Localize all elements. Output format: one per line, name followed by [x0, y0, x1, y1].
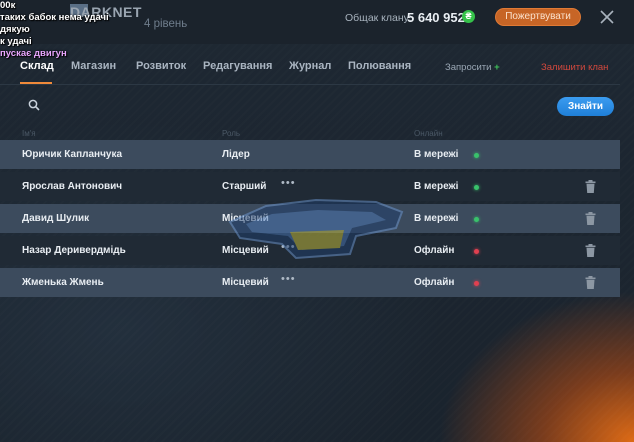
member-name: Назар Деривердмідь: [22, 245, 126, 256]
tab-development[interactable]: Розвиток: [136, 60, 186, 72]
invite-button[interactable]: Запросити +: [445, 62, 500, 73]
bank-label: Общак клану:: [345, 12, 412, 24]
online-indicator: [474, 153, 479, 158]
member-name: Ярослав Антонович: [22, 181, 123, 192]
member-row[interactable]: Жменька Жмень Місцевий ••• Офлайн: [0, 268, 620, 297]
member-row[interactable]: Юричик Капланчука Лідер В мережі: [0, 140, 620, 169]
column-header-role: Роль: [222, 129, 241, 138]
offline-indicator: [474, 281, 479, 286]
offline-indicator: [474, 249, 479, 254]
member-status: В мережі: [414, 149, 459, 160]
donate-button[interactable]: Пожертвувати: [495, 8, 581, 26]
member-role: Старший: [222, 181, 267, 192]
search-input[interactable]: [46, 96, 526, 114]
overlay-line: к удачі: [0, 36, 32, 47]
tabs-bar: Склад Магазин Розвиток Редагування Журна…: [0, 52, 620, 84]
divider: [0, 84, 620, 85]
tab-hunting[interactable]: Полювання: [348, 60, 411, 72]
tab-journal[interactable]: Журнал: [289, 60, 331, 72]
tab-shop[interactable]: Магазин: [71, 60, 116, 72]
member-status: Офлайн: [414, 277, 455, 288]
stream-overlay-text: 00к таких бабок нема удачі дякую к удачі…: [0, 0, 140, 60]
member-role: Місцевий: [222, 277, 269, 288]
bank-value: 5 640 952: [407, 10, 465, 25]
online-indicator: [474, 185, 479, 190]
member-name: Жменька Жмень: [22, 277, 104, 288]
member-status: В мережі: [414, 213, 459, 224]
trash-icon[interactable]: [585, 244, 596, 257]
member-status: Офлайн: [414, 245, 455, 256]
member-name: Давид Шулик: [22, 213, 90, 224]
more-options-icon[interactable]: •••: [281, 177, 296, 189]
tab-editing[interactable]: Редагування: [203, 60, 272, 72]
search-icon: [28, 99, 40, 111]
overlay-line: таких бабок нема удачі дякую: [0, 12, 109, 35]
coin-icon: ₴: [462, 10, 475, 23]
close-icon[interactable]: [598, 8, 616, 26]
trash-icon[interactable]: [585, 180, 596, 193]
plus-icon: +: [494, 62, 500, 73]
find-button[interactable]: Знайти: [557, 97, 614, 116]
trash-icon[interactable]: [585, 276, 596, 289]
trash-icon[interactable]: [585, 212, 596, 225]
tab-sklad[interactable]: Склад: [20, 60, 54, 72]
invite-label: Запросити: [445, 62, 492, 73]
watermark-logo: [228, 198, 404, 260]
column-header-name: Ім'я: [22, 129, 36, 138]
more-options-icon[interactable]: •••: [281, 273, 296, 285]
column-header-online: Онлайн: [414, 129, 443, 138]
online-indicator: [474, 217, 479, 222]
clan-level: 4 рівень: [144, 18, 188, 30]
leave-clan-button[interactable]: Залишити клан: [541, 62, 608, 73]
member-name: Юричик Капланчука: [22, 149, 123, 160]
member-role: Лідер: [222, 149, 250, 160]
overlay-line: 00к: [0, 0, 16, 11]
member-status: В мережі: [414, 181, 459, 192]
